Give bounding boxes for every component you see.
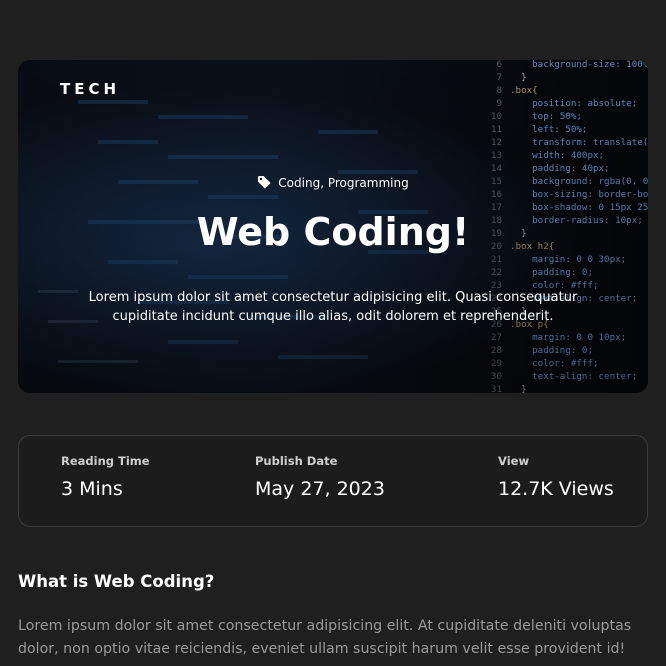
- stat-value: May 27, 2023: [255, 478, 385, 500]
- hero-description: Lorem ipsum dolor sit amet consectetur a…: [88, 290, 578, 324]
- stat-label: Reading Time: [61, 454, 150, 468]
- hero-title: Web Coding!: [196, 210, 470, 254]
- stat-label: View: [498, 454, 530, 468]
- section-body: Lorem ipsum dolor sit amet consectetur a…: [18, 618, 632, 657]
- stat-views: View 12.7K Views: [498, 454, 614, 500]
- stat-publish-date: Publish Date May 27, 2023: [255, 454, 385, 500]
- stat-reading-time: Reading Time 3 Mins: [61, 454, 150, 500]
- hero-banner: 6 background-size: 100% 17 }8.box{9 posi…: [18, 60, 648, 393]
- section-heading: What is Web Coding?: [18, 572, 215, 591]
- stat-label: Publish Date: [255, 454, 338, 468]
- stat-value: 3 Mins: [61, 478, 123, 500]
- hero-tags: Coding, Programming: [18, 175, 648, 190]
- tag-icon: [258, 175, 271, 189]
- hero-tags-text[interactable]: Coding, Programming: [278, 176, 408, 190]
- stat-value: 12.7K Views: [498, 478, 614, 500]
- stats-card: Reading Time 3 Mins Publish Date May 27,…: [18, 435, 648, 527]
- brand-logo[interactable]: TECH: [60, 80, 120, 98]
